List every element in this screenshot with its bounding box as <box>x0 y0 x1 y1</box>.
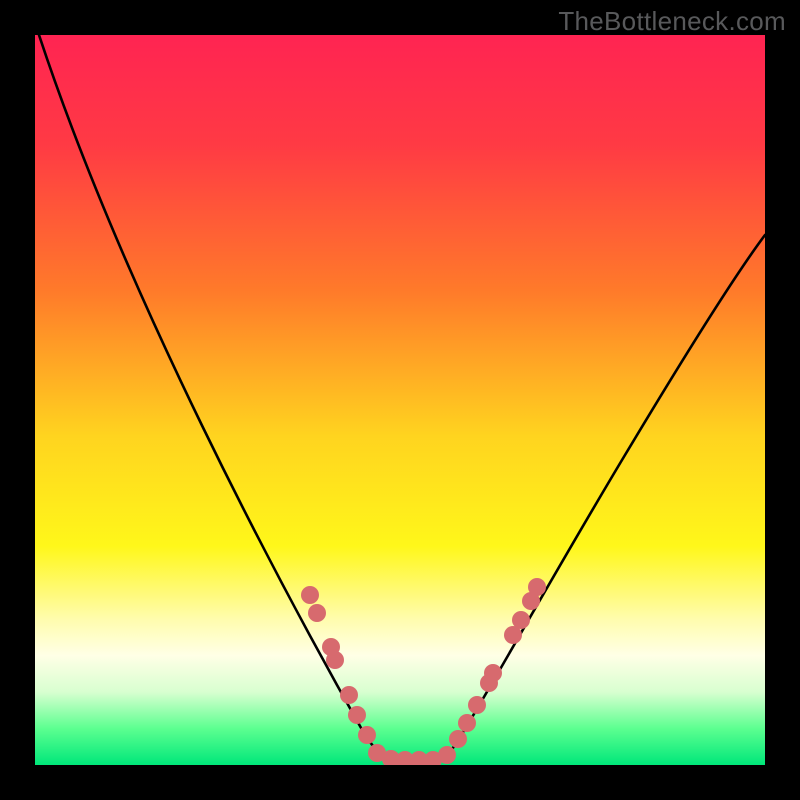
watermark-text: TheBottleneck.com <box>558 6 786 37</box>
curve-marker <box>348 706 366 724</box>
curve-marker <box>449 730 467 748</box>
curve-marker <box>468 696 486 714</box>
curve-marker <box>458 714 476 732</box>
curve-marker <box>358 726 376 744</box>
plot-area <box>35 35 765 765</box>
curve-marker <box>301 586 319 604</box>
curve-marker <box>528 578 546 596</box>
curve-marker <box>308 604 326 622</box>
curve-marker <box>512 611 530 629</box>
curve-marker <box>340 686 358 704</box>
chart-frame: TheBottleneck.com <box>0 0 800 800</box>
curve-markers <box>301 578 546 765</box>
curve-marker <box>438 746 456 764</box>
chart-lines <box>35 35 765 765</box>
curve-marker <box>326 651 344 669</box>
bottleneck-curve <box>39 35 765 759</box>
curve-marker <box>484 664 502 682</box>
